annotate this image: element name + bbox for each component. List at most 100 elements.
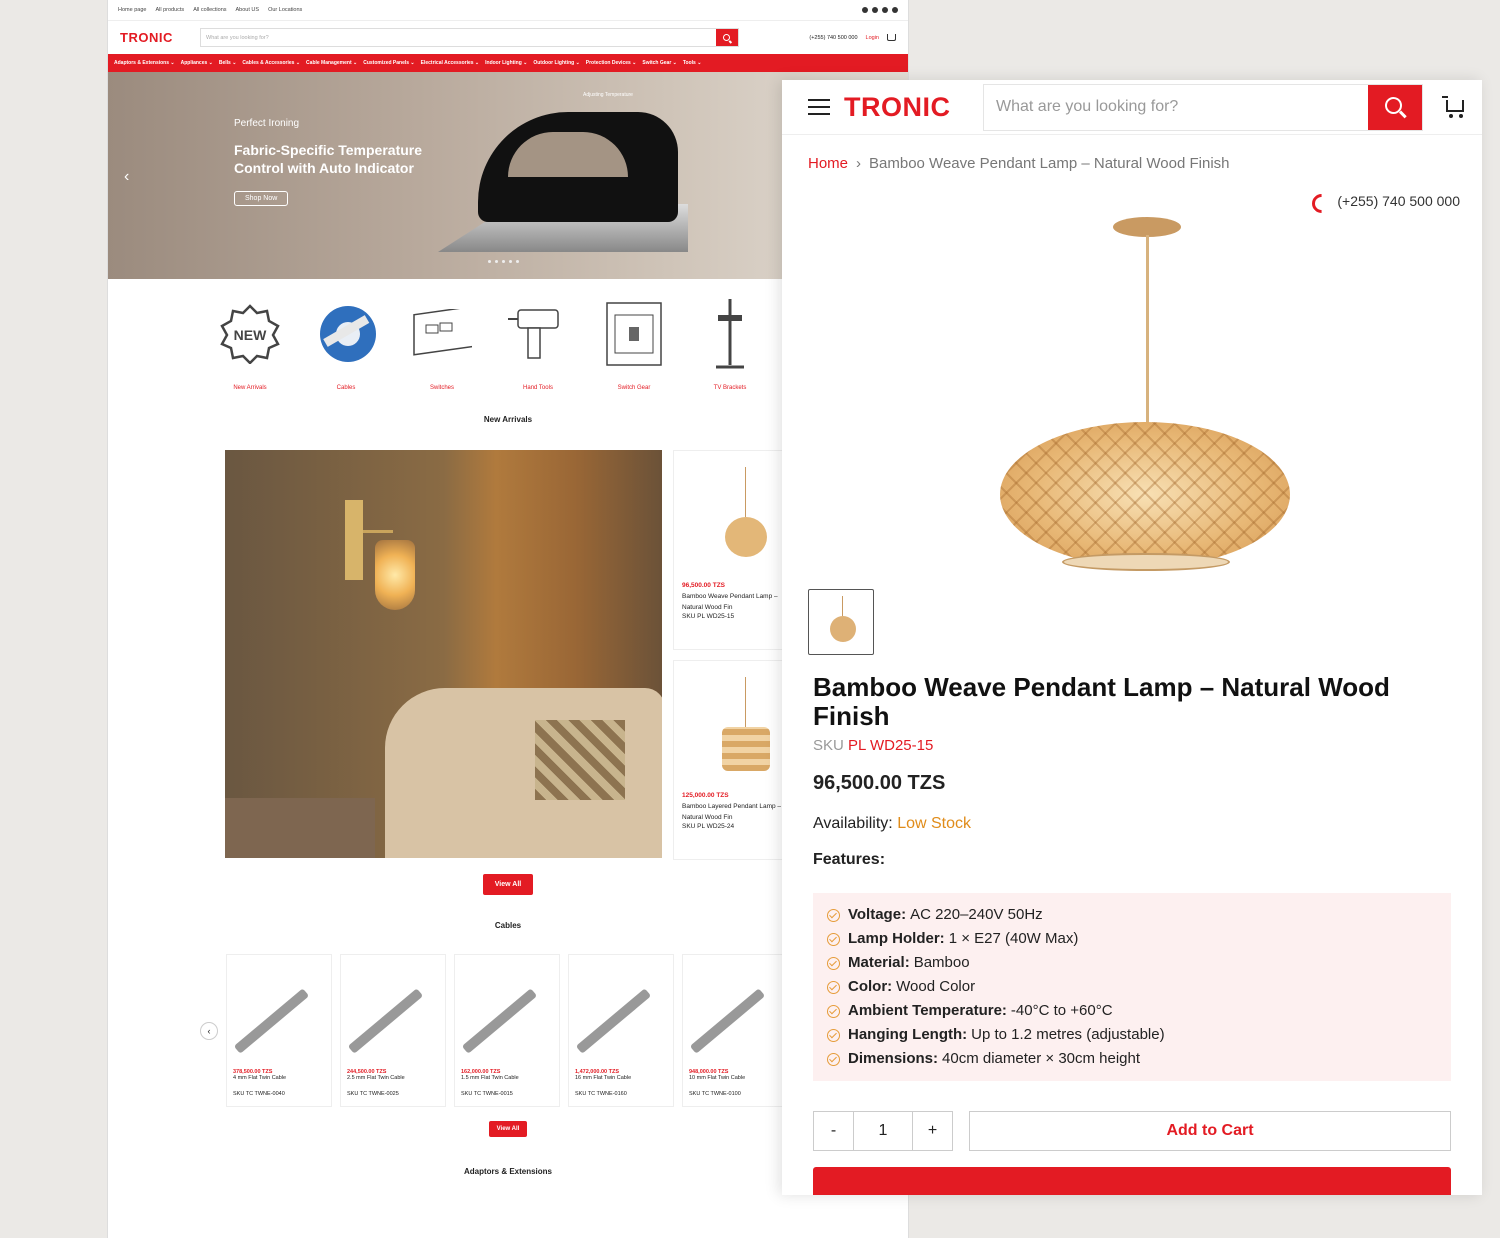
logo[interactable]: TRONIC: [844, 92, 984, 123]
feature-item: Ambient Temperature: -40°C to +60°C: [827, 999, 1437, 1023]
product-sku: SKU TC TWNE-0040: [233, 1091, 285, 1097]
search-input[interactable]: [984, 84, 1368, 130]
feature-image-wall-lamp[interactable]: [225, 450, 662, 858]
nav-item[interactable]: Electrical Accessories ⌄: [421, 60, 479, 66]
desktop-search-button[interactable]: [716, 29, 738, 46]
phone-contact[interactable]: (+255) 740 500 000: [782, 192, 1482, 209]
desktop-search-input[interactable]: What are you looking for?: [201, 29, 716, 46]
nav-item[interactable]: Switch Gear ⌄: [642, 60, 676, 66]
qty-input[interactable]: 1: [853, 1112, 913, 1150]
nav-item[interactable]: Outdoor Lighting ⌄: [533, 60, 579, 66]
phone-number: (+255) 740 500 000: [1337, 192, 1460, 209]
product-card[interactable]: 378,500.00 TZS 4 mm Flat Twin Cable SKU …: [226, 954, 332, 1107]
nav-item[interactable]: Bells ⌄: [219, 60, 237, 66]
category-label: Switch Gear: [617, 385, 651, 391]
login-link[interactable]: Login: [866, 35, 879, 41]
nav-item[interactable]: Cable Management ⌄: [306, 60, 357, 66]
socket-icon: [413, 309, 472, 356]
chevron-left-icon[interactable]: ‹: [124, 168, 129, 186]
desktop-phone[interactable]: (+255) 740 500 000: [809, 35, 857, 41]
shop-now-button[interactable]: Shop Now: [234, 191, 289, 206]
nav-item[interactable]: Customized Panels ⌄: [363, 60, 414, 66]
product-name: 4 mm Flat Twin Cable: [233, 1075, 287, 1081]
cart-icon[interactable]: [1442, 96, 1466, 118]
svg-text:NEW: NEW: [234, 327, 267, 343]
top-link-products[interactable]: All products: [155, 7, 184, 13]
buy-now-button[interactable]: [813, 1167, 1451, 1195]
product-price: 96,500.00 TZS: [682, 582, 725, 589]
add-to-cart-button[interactable]: Add to Cart: [969, 1111, 1451, 1151]
purchase-row: - 1 + Add to Cart: [813, 1111, 1451, 1151]
product-card[interactable]: 162,000.00 TZS 1.5 mm Flat Twin Cable SK…: [454, 954, 560, 1107]
qty-increase-button[interactable]: +: [913, 1112, 952, 1150]
feature-item: Voltage: AC 220–240V 50Hz: [827, 903, 1437, 927]
nav-item[interactable]: Appliances ⌄: [181, 60, 213, 66]
product-sku: SKU PL WD25-15: [682, 613, 735, 620]
top-link-home[interactable]: Home page: [118, 7, 146, 13]
carousel-dots[interactable]: [488, 260, 519, 263]
category-label: Switches: [429, 385, 454, 391]
category-switch-gear[interactable]: Switch Gear: [604, 299, 664, 391]
product-card[interactable]: 244,500.00 TZS 2.5 mm Flat Twin Cable SK…: [340, 954, 446, 1107]
feature-item: Hanging Length: Up to 1.2 metres (adjusta…: [827, 1023, 1437, 1047]
feature-label: Lamp Holder:: [848, 930, 945, 947]
check-circle-icon: [827, 956, 840, 970]
category-navbar: Adaptors & Extensions ⌄ Appliances ⌄ Bel…: [108, 54, 908, 72]
menu-icon[interactable]: [808, 99, 830, 115]
feature-value: Bamboo: [913, 954, 970, 971]
product-sku: SKU TC TWNE-0015: [461, 1091, 513, 1097]
category-label: New Arrivals: [233, 385, 267, 391]
logo[interactable]: TRONIC: [120, 30, 190, 45]
tv-bracket-icon: [716, 299, 744, 369]
instagram-icon[interactable]: [882, 7, 888, 13]
product-thumbnail[interactable]: [808, 589, 874, 655]
facebook-icon[interactable]: [872, 7, 878, 13]
nav-item[interactable]: Indoor Lighting ⌄: [485, 60, 527, 66]
check-circle-icon: [827, 980, 840, 994]
product-name: 1.5 mm Flat Twin Cable: [461, 1075, 519, 1081]
top-link-collections[interactable]: All collections: [193, 7, 226, 13]
category-tv-brackets[interactable]: TV Brackets: [700, 299, 760, 391]
view-all-cables-button[interactable]: View All: [488, 1121, 528, 1137]
sku-value: PL WD25-15: [848, 737, 934, 754]
category-label: TV Brackets: [713, 385, 747, 391]
mobile-product-page: TRONIC Home › Bamboo Weave Pendant Lamp – …: [782, 80, 1482, 1195]
feature-label: Ambient Temperature:: [848, 1002, 1007, 1019]
hero-product-label: Adjusting Temperature: [583, 92, 633, 98]
breadcrumb-home[interactable]: Home: [808, 155, 848, 172]
qty-decrease-button[interactable]: -: [814, 1112, 853, 1150]
product-name: 10 mm Flat Twin Cable: [689, 1075, 746, 1081]
search-icon: [1385, 96, 1402, 114]
category-switches[interactable]: Switches: [412, 299, 472, 391]
feature-value: Wood Color: [896, 978, 976, 995]
nav-item[interactable]: Protection Devices ⌄: [586, 60, 637, 66]
switchgear-icon: [606, 302, 662, 366]
view-all-new-arrivals-button[interactable]: View All: [482, 874, 534, 895]
drill-icon: [508, 309, 559, 359]
product-card[interactable]: 948,000.00 TZS 10 mm Flat Twin Cable SKU…: [682, 954, 788, 1107]
feature-item: Material: Bamboo: [827, 951, 1437, 975]
product-sku: SKU PL WD25-15: [813, 737, 1451, 754]
product-sku: SKU PL WD25-24: [682, 823, 735, 830]
search-button[interactable]: [1368, 84, 1422, 130]
desktop-header: TRONIC What are you looking for? (+255) …: [108, 21, 908, 54]
feature-label: Dimensions:: [848, 1050, 939, 1067]
category-new-arrivals[interactable]: NEW New Arrivals: [220, 299, 280, 391]
category-cables[interactable]: Cables: [316, 299, 376, 391]
top-link-locations[interactable]: Our Locations: [268, 7, 302, 13]
availability-label: Availability:: [813, 815, 893, 832]
nav-item[interactable]: Cables & Accessories ⌄: [242, 60, 300, 66]
whatsapp-icon[interactable]: [892, 7, 898, 13]
category-hand-tools[interactable]: Hand Tools: [508, 299, 568, 391]
check-circle-icon: [827, 932, 840, 946]
product-main-image[interactable]: [782, 209, 1482, 589]
nav-item[interactable]: Tools ⌄: [683, 60, 702, 66]
nav-item[interactable]: Adaptors & Extensions ⌄: [114, 60, 175, 66]
product-card[interactable]: 1,472,000.00 TZS 16 mm Flat Twin Cable S…: [568, 954, 674, 1107]
email-icon[interactable]: [862, 7, 868, 13]
iron-image: Adjusting Temperature: [438, 92, 698, 262]
feature-item: Dimensions: 40cm diameter × 30cm height: [827, 1047, 1437, 1071]
cart-icon[interactable]: [887, 34, 896, 41]
chevron-left-icon[interactable]: ‹: [200, 1022, 218, 1040]
top-link-about[interactable]: About US: [236, 7, 260, 13]
